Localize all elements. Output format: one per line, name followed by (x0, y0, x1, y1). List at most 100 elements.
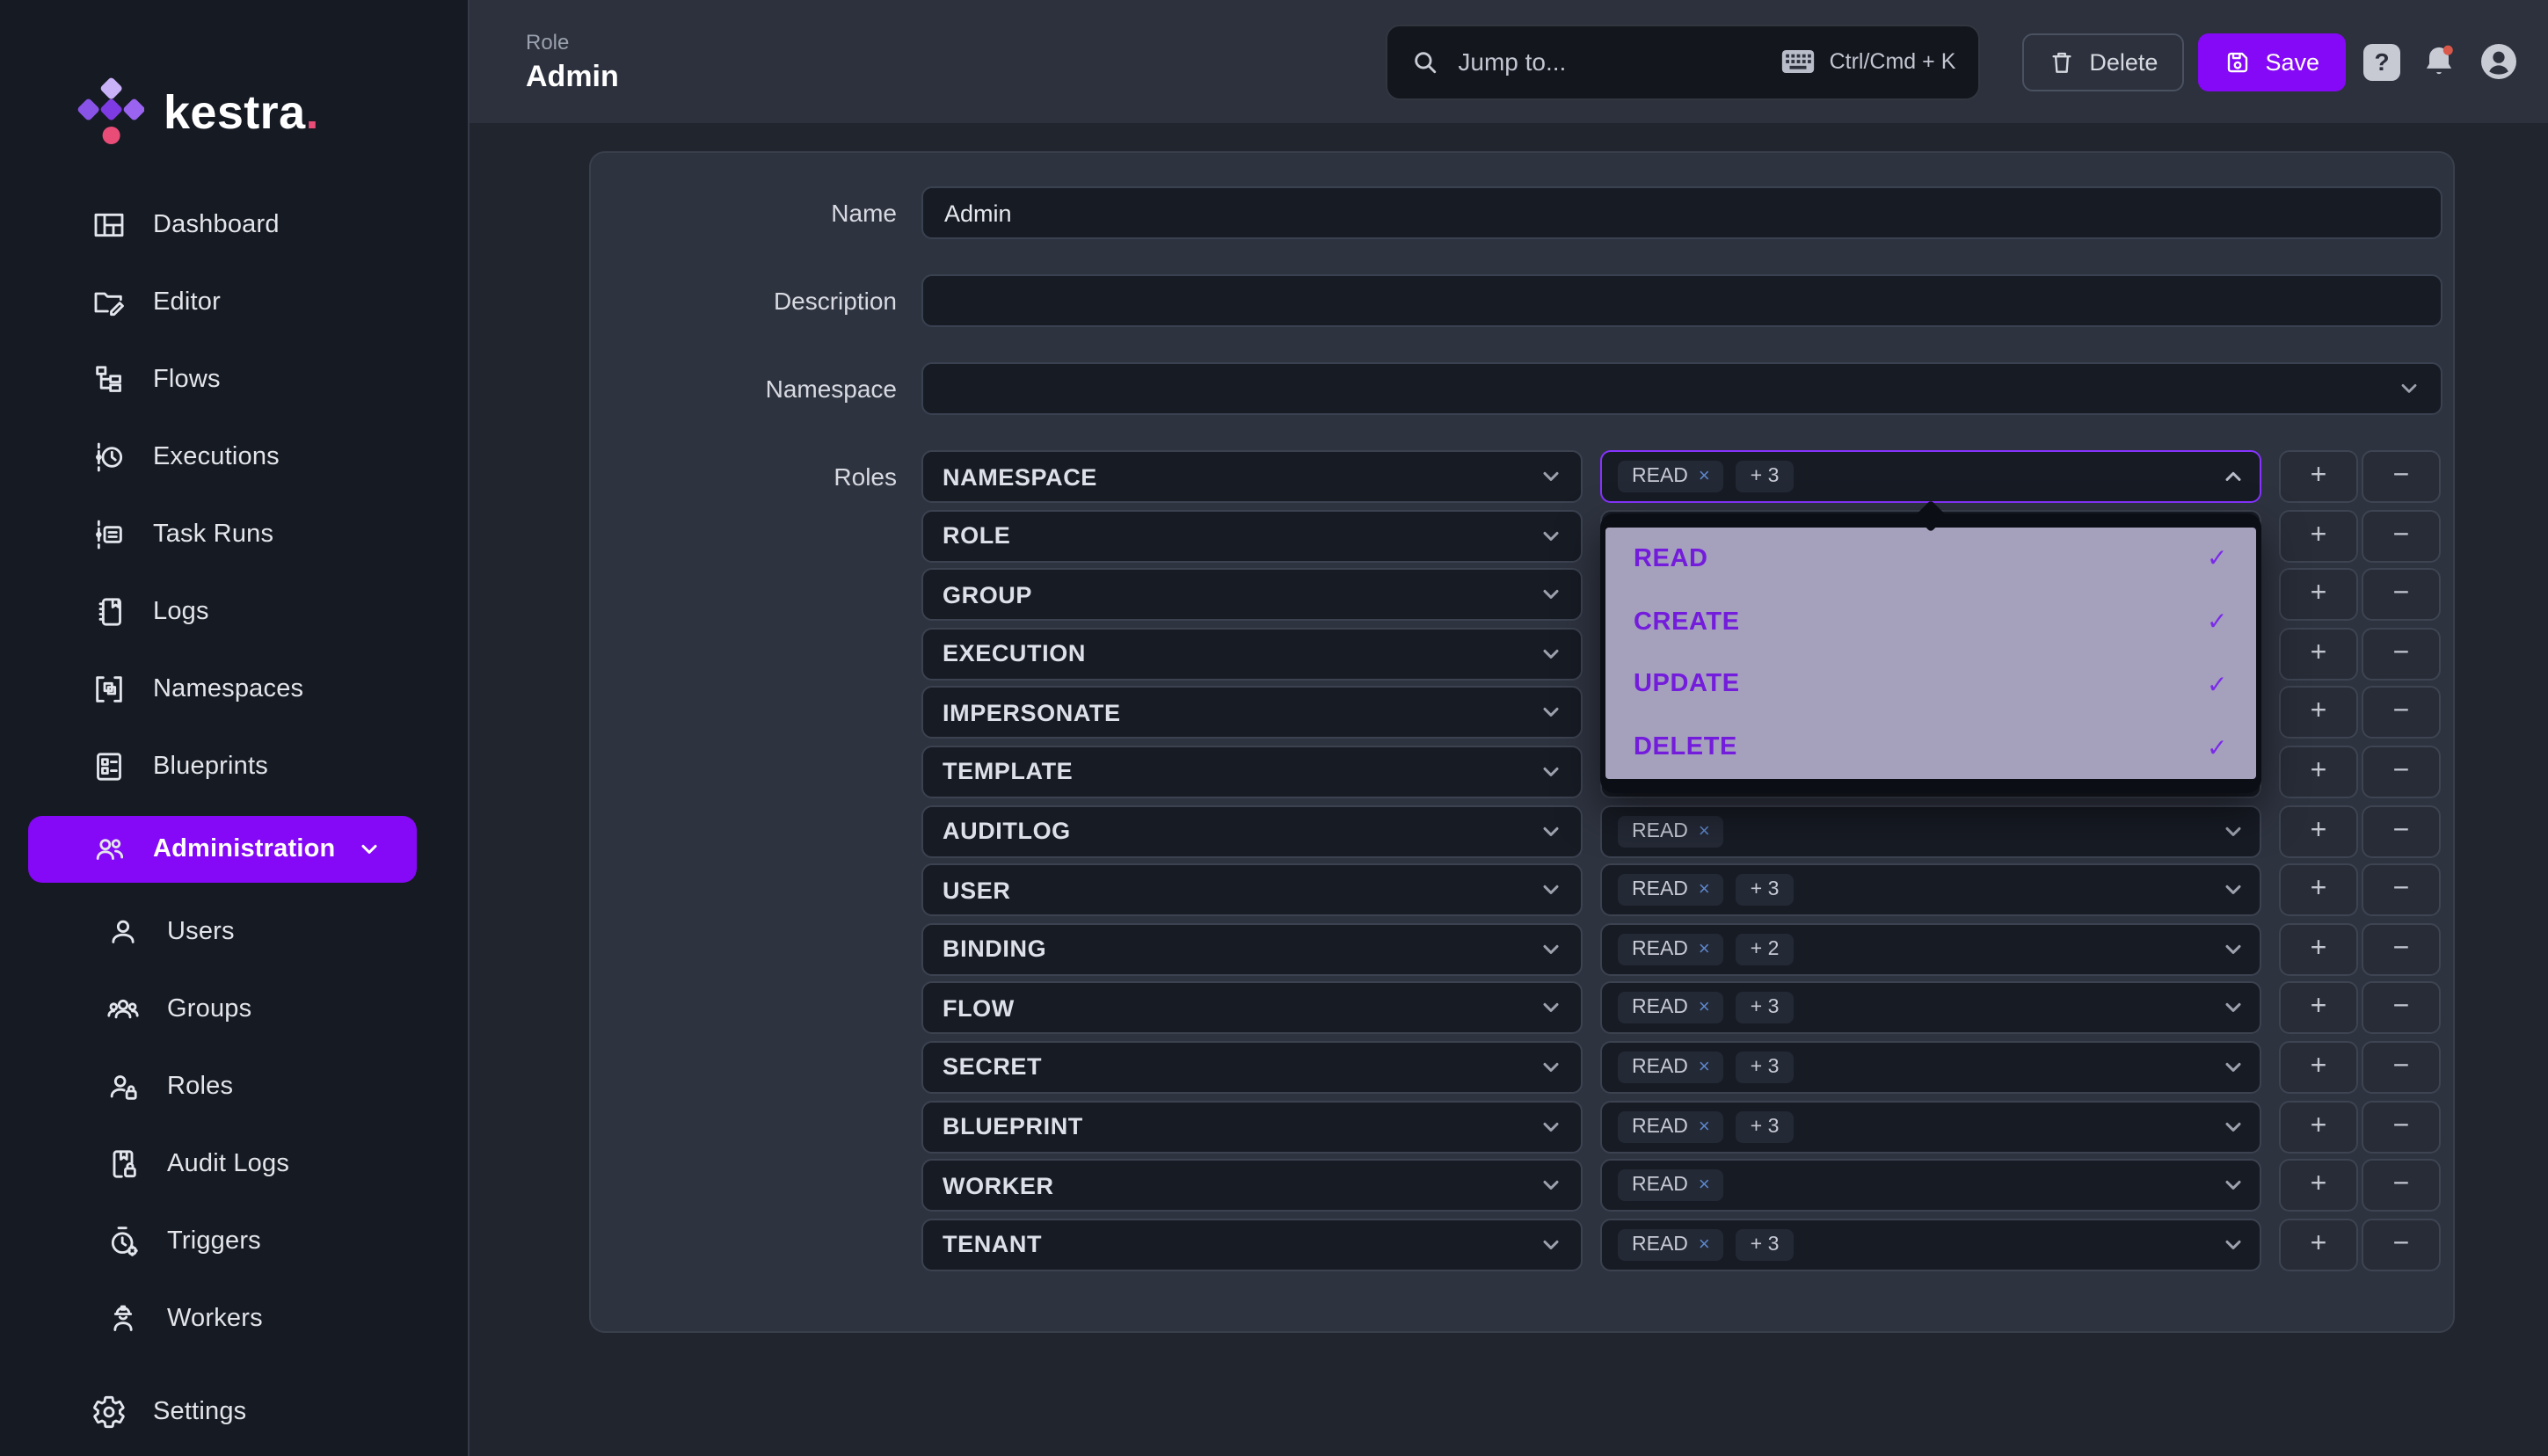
remove-role-row-button[interactable]: − (2362, 863, 2441, 916)
description-input[interactable] (921, 274, 2442, 327)
add-role-row-button[interactable]: + (2279, 628, 2358, 681)
add-role-row-button[interactable]: + (2279, 863, 2358, 916)
permission-tag-label: READ (1632, 879, 1688, 900)
users-icon (104, 914, 141, 950)
namespace-label: Namespace (591, 375, 897, 403)
dropdown-option-delete[interactable]: DELETE✓ (1605, 717, 2256, 780)
permissions-select-namespace[interactable]: READ×+ 3 (1600, 450, 2261, 503)
sidebar-item-dashboard[interactable]: Dashboard (0, 186, 468, 264)
dropdown-option-label: DELETE (1634, 733, 1737, 761)
permission-tag-label: READ (1632, 1116, 1688, 1137)
sidebar-item-flows[interactable]: Flows (0, 341, 468, 419)
sidebar-item-label: Executions (153, 443, 280, 471)
remove-role-row-button[interactable]: − (2362, 687, 2441, 739)
remove-permission-icon[interactable]: × (1699, 998, 1710, 1019)
remove-permission-icon[interactable]: × (1699, 939, 1710, 960)
search-input[interactable]: Jump to... (1386, 24, 1980, 99)
resource-select-blueprint[interactable]: BLUEPRINT (921, 1100, 1583, 1153)
namespace-select[interactable] (921, 362, 2442, 415)
kestra-logo[interactable]: kestra. (0, 0, 468, 162)
remove-role-row-button[interactable]: − (2362, 982, 2441, 1035)
dropdown-option-read[interactable]: READ✓ (1605, 528, 2256, 591)
remove-role-row-button[interactable]: − (2362, 509, 2441, 562)
help-icon[interactable]: ? (2363, 43, 2400, 80)
permissions-select-binding[interactable]: READ×+ 2 (1600, 923, 2261, 976)
resource-select-tenant[interactable]: TENANT (921, 1218, 1583, 1270)
resource-select-role[interactable]: ROLE (921, 509, 1583, 562)
remove-role-row-button[interactable]: − (2362, 746, 2441, 798)
resource-select-worker[interactable]: WORKER (921, 1159, 1583, 1212)
resource-select-template[interactable]: TEMPLATE (921, 746, 1583, 798)
remove-role-row-button[interactable]: − (2362, 628, 2441, 681)
permissions-select-secret[interactable]: READ×+ 3 (1600, 1041, 2261, 1094)
sidebar-item-triggers[interactable]: Triggers (0, 1203, 468, 1280)
resource-select-execution[interactable]: EXECUTION (921, 628, 1583, 681)
sidebar-item-workers[interactable]: Workers (0, 1280, 468, 1358)
delete-button[interactable]: Delete (2022, 33, 2184, 91)
permissions-select-blueprint[interactable]: READ×+ 3 (1600, 1100, 2261, 1153)
resource-select-impersonate[interactable]: IMPERSONATE (921, 687, 1583, 739)
sidebar-item-blueprints[interactable]: Blueprints (0, 728, 468, 805)
name-input[interactable] (921, 186, 2442, 239)
remove-permission-icon[interactable]: × (1699, 1234, 1710, 1255)
save-button[interactable]: Save (2198, 33, 2346, 91)
dropdown-option-create[interactable]: CREATE✓ (1605, 591, 2256, 654)
resource-select-auditlog[interactable]: AUDITLOG (921, 804, 1583, 857)
add-role-row-button[interactable]: + (2279, 746, 2358, 798)
remove-role-row-button[interactable]: − (2362, 804, 2441, 857)
sidebar-item-audit-logs[interactable]: Audit Logs (0, 1125, 468, 1203)
permissions-select-worker[interactable]: READ× (1600, 1159, 2261, 1212)
sidebar-item-editor[interactable]: Editor (0, 264, 468, 341)
remove-role-row-button[interactable]: − (2362, 1218, 2441, 1270)
sidebar-item-administration[interactable]: Administration (28, 816, 417, 883)
permissions-select-flow[interactable]: READ×+ 3 (1600, 982, 2261, 1035)
add-role-row-button[interactable]: + (2279, 804, 2358, 857)
add-role-row-button[interactable]: + (2279, 982, 2358, 1035)
sidebar-item-settings[interactable]: Settings (0, 1373, 468, 1451)
sidebar-item-label: Settings (153, 1398, 246, 1426)
resource-select-user[interactable]: USER (921, 863, 1583, 916)
resource-name: EXECUTION (943, 641, 1086, 667)
add-role-row-button[interactable]: + (2279, 1218, 2358, 1270)
dropdown-option-label: READ (1634, 545, 1708, 573)
notifications-bell-icon[interactable] (2420, 42, 2458, 81)
sidebar-item-groups[interactable]: Groups (0, 971, 468, 1048)
remove-permission-icon[interactable]: × (1699, 1057, 1710, 1078)
sidebar-item-namespaces[interactable]: Namespaces (0, 651, 468, 728)
permissions-select-user[interactable]: READ×+ 3 (1600, 863, 2261, 916)
remove-permission-icon[interactable]: × (1699, 466, 1710, 487)
add-role-row-button[interactable]: + (2279, 687, 2358, 739)
remove-role-row-button[interactable]: − (2362, 1159, 2441, 1212)
remove-role-row-button[interactable]: − (2362, 568, 2441, 621)
sidebar-item-users[interactable]: Users (0, 893, 468, 971)
remove-permission-icon[interactable]: × (1699, 820, 1710, 841)
sidebar-item-roles[interactable]: Roles (0, 1048, 468, 1125)
resource-select-namespace[interactable]: NAMESPACE (921, 450, 1583, 503)
resource-select-binding[interactable]: BINDING (921, 923, 1583, 976)
resource-select-secret[interactable]: SECRET (921, 1041, 1583, 1094)
resource-select-flow[interactable]: FLOW (921, 982, 1583, 1035)
add-role-row-button[interactable]: + (2279, 1100, 2358, 1153)
remove-permission-icon[interactable]: × (1699, 1116, 1710, 1137)
add-role-row-button[interactable]: + (2279, 509, 2358, 562)
permission-tag-label: READ (1632, 466, 1688, 487)
remove-role-row-button[interactable]: − (2362, 1041, 2441, 1094)
sidebar-item-executions[interactable]: Executions (0, 419, 468, 496)
remove-role-row-button[interactable]: − (2362, 450, 2441, 503)
permissions-select-tenant[interactable]: READ×+ 3 (1600, 1218, 2261, 1270)
remove-permission-icon[interactable]: × (1699, 879, 1710, 900)
resource-select-group[interactable]: GROUP (921, 568, 1583, 621)
remove-role-row-button[interactable]: − (2362, 923, 2441, 976)
account-avatar-icon[interactable] (2478, 40, 2520, 83)
permissions-select-auditlog[interactable]: READ× (1600, 804, 2261, 857)
add-role-row-button[interactable]: + (2279, 568, 2358, 621)
add-role-row-button[interactable]: + (2279, 450, 2358, 503)
sidebar-item-task-runs[interactable]: Task Runs (0, 496, 468, 573)
dropdown-option-update[interactable]: UPDATE✓ (1605, 653, 2256, 717)
remove-role-row-button[interactable]: − (2362, 1100, 2441, 1153)
add-role-row-button[interactable]: + (2279, 923, 2358, 976)
remove-permission-icon[interactable]: × (1699, 1175, 1710, 1196)
add-role-row-button[interactable]: + (2279, 1041, 2358, 1094)
add-role-row-button[interactable]: + (2279, 1159, 2358, 1212)
sidebar-item-logs[interactable]: Logs (0, 573, 468, 651)
